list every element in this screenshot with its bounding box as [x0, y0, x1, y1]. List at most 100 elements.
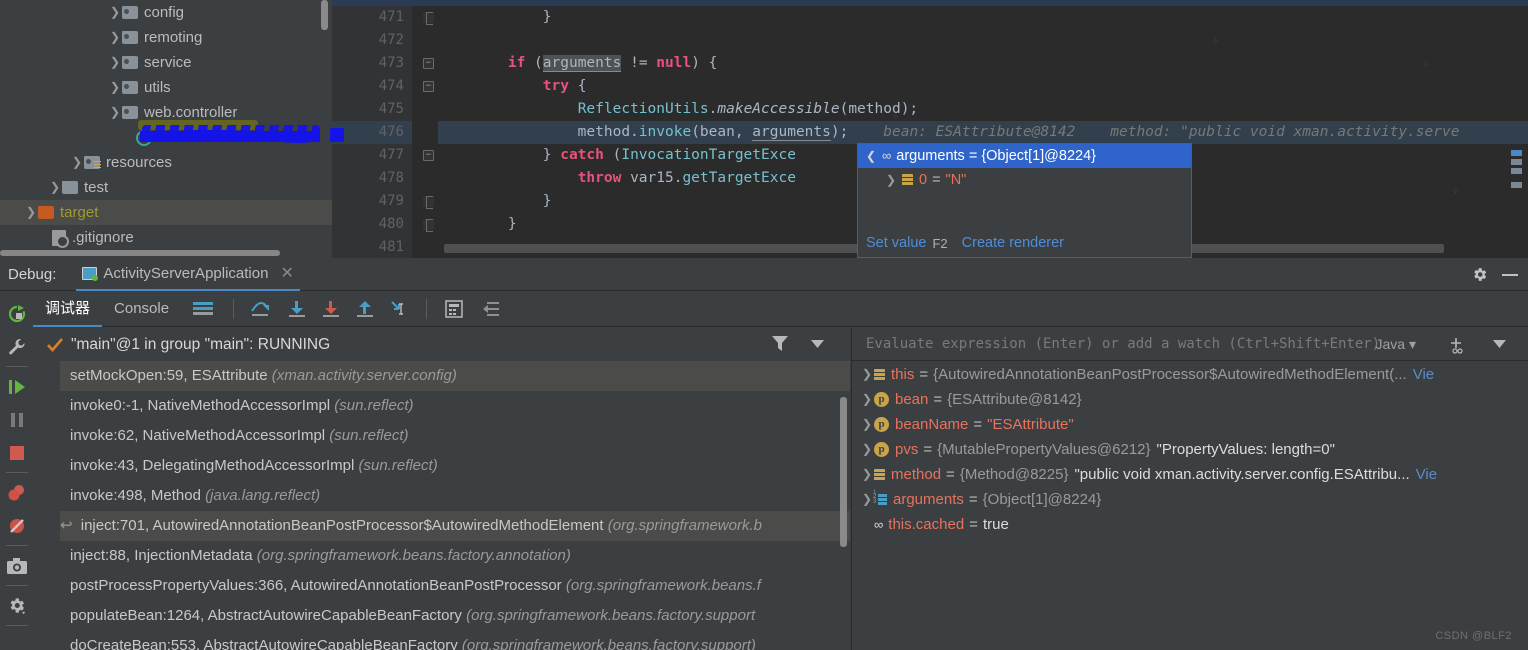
- stop-program-icon[interactable]: [0, 436, 33, 469]
- minimize-icon[interactable]: [1502, 274, 1518, 276]
- view-link[interactable]: Vie: [1416, 462, 1437, 487]
- frame-row[interactable]: invoke:62, NativeMethodAccessorImpl (sun…: [60, 421, 850, 451]
- editor-marker[interactable]: [1511, 150, 1522, 156]
- tree-item-test[interactable]: ❯ test: [0, 175, 332, 200]
- variable-row-pvs[interactable]: ❯ p pvs = {MutablePropertyValues@6212} "…: [852, 437, 1528, 462]
- editor-gutter[interactable]: 471 472 473 474 475 476 477 478 479 480 …: [330, 6, 434, 258]
- chevron-right-icon[interactable]: ❯: [108, 75, 122, 100]
- tab-console[interactable]: Console: [102, 291, 181, 327]
- tree-item-service[interactable]: ❯ service: [0, 50, 332, 75]
- editor-marker[interactable]: [1511, 182, 1522, 188]
- tree-item-target[interactable]: ❯ target: [0, 200, 332, 225]
- code-fold-icon[interactable]: [423, 81, 434, 92]
- step-into-icon[interactable]: [288, 300, 306, 318]
- view-link[interactable]: Vie: [1413, 362, 1434, 387]
- settings-wrench-icon[interactable]: [0, 330, 33, 363]
- create-renderer-link[interactable]: Create renderer: [962, 235, 1064, 251]
- rerun-icon[interactable]: [0, 297, 33, 330]
- frame-row[interactable]: invoke0:-1, NativeMethodAccessorImpl (su…: [60, 391, 850, 421]
- editor-marker[interactable]: [1511, 159, 1522, 165]
- evaluate-expression-bar[interactable]: Evaluate expression (Enter) or add a wat…: [852, 328, 1528, 361]
- step-out-icon[interactable]: [356, 300, 374, 318]
- tab-debugger[interactable]: 调试器: [33, 291, 103, 327]
- show-execution-point-icon[interactable]: [483, 301, 501, 317]
- frame-row[interactable]: doCreateBean:553, AbstractAutowireCapabl…: [60, 631, 850, 650]
- variable-row-this[interactable]: ❯ this = {AutowiredAnnotationBeanPostPro…: [852, 362, 1528, 387]
- set-value-link[interactable]: Set value: [866, 235, 926, 251]
- project-tree-panel[interactable]: ❯ config ❯ remoting ❯ service ❯ utils ❯: [0, 0, 332, 258]
- chevron-right-icon[interactable]: ❯: [860, 362, 874, 387]
- mute-breakpoints-icon[interactable]: [0, 509, 33, 542]
- code-fold-icon[interactable]: [423, 58, 434, 69]
- popup-child-row[interactable]: ❯ 0 = "N": [858, 168, 1191, 192]
- frame-row[interactable]: invoke:498, Method (java.lang.reflect): [60, 481, 850, 511]
- popup-selected-row[interactable]: ❮ ∞ arguments = {Object[1]@8224}: [858, 144, 1191, 168]
- thread-selector[interactable]: "main"@1 in group "main": RUNNING: [33, 328, 850, 361]
- tree-item-resources[interactable]: ❯ resources: [0, 150, 332, 175]
- force-step-into-icon[interactable]: [322, 300, 340, 318]
- close-icon[interactable]: ✕: [280, 263, 293, 283]
- debug-configuration-tab[interactable]: ActivityServerApplication ✕: [76, 258, 300, 291]
- frames-vertical-scrollbar[interactable]: [840, 397, 847, 547]
- editor-marker-strip[interactable]: [1511, 150, 1522, 191]
- run-to-cursor-icon[interactable]: [390, 300, 410, 318]
- evaluate-expression-icon[interactable]: [445, 299, 463, 318]
- chevron-right-icon[interactable]: ❯: [108, 25, 122, 50]
- chevron-right-icon[interactable]: ❯: [48, 175, 62, 200]
- variable-row-this-cached[interactable]: ∞ this.cached = true: [852, 512, 1528, 537]
- call-stack-list[interactable]: setMockOpen:59, ESAttribute (xman.activi…: [60, 361, 850, 650]
- screenshot-camera-icon[interactable]: [0, 549, 33, 582]
- frame-row-selected[interactable]: ↩ inject:701, AutowiredAnnotationBeanPos…: [60, 511, 850, 541]
- chevron-right-icon[interactable]: ❯: [24, 200, 38, 225]
- chevron-right-icon[interactable]: ❯: [886, 168, 902, 192]
- debug-value-popup[interactable]: ❮ ∞ arguments = {Object[1]@8224} ❯ 0 = "…: [857, 143, 1192, 258]
- pause-program-icon[interactable]: [0, 403, 33, 436]
- project-tree-vertical-scrollbar[interactable]: [321, 0, 328, 30]
- chevron-right-icon[interactable]: ❯: [108, 50, 122, 75]
- chevron-right-icon[interactable]: ❯: [108, 100, 122, 125]
- chevron-right-icon[interactable]: ❯: [70, 150, 84, 175]
- code-fold-icon[interactable]: [423, 219, 434, 232]
- chevron-down-icon[interactable]: ▾: [1409, 336, 1416, 352]
- filter-funnel-icon[interactable]: [772, 335, 788, 352]
- chevron-right-icon[interactable]: ❯: [860, 487, 874, 512]
- chevron-down-icon[interactable]: ❮: [866, 144, 882, 168]
- chevron-down-icon[interactable]: [811, 340, 824, 348]
- param-icon: p: [874, 417, 889, 432]
- tree-item-config[interactable]: ❯ config: [0, 0, 332, 25]
- chevron-right-icon[interactable]: ❯: [860, 437, 874, 462]
- code-fold-icon[interactable]: [423, 12, 434, 25]
- code-fold-icon[interactable]: [423, 196, 434, 209]
- frame-row[interactable]: invoke:43, DelegatingMethodAccessorImpl …: [60, 451, 850, 481]
- frame-row[interactable]: postProcessPropertyValues:366, Autowired…: [60, 571, 850, 601]
- variable-row-method[interactable]: ❯ method = {Method@8225} "public void xm…: [852, 462, 1528, 487]
- tree-item-remoting[interactable]: ❯ remoting: [0, 25, 332, 50]
- view-breakpoints-icon[interactable]: [0, 476, 33, 509]
- add-watch-icon[interactable]: [1448, 336, 1466, 354]
- step-over-icon[interactable]: [250, 300, 272, 318]
- evaluate-input-placeholder[interactable]: Evaluate expression (Enter) or add a wat…: [866, 336, 1380, 352]
- chevron-down-icon[interactable]: [1493, 340, 1506, 348]
- tree-item-gitignore[interactable]: .gitignore: [0, 225, 332, 250]
- editor-marker[interactable]: [1511, 168, 1522, 174]
- variable-row-beanName[interactable]: ❯ p beanName = "ESAttribute": [852, 412, 1528, 437]
- settings-gear-icon[interactable]: [1471, 266, 1488, 283]
- chevron-right-icon[interactable]: ❯: [860, 462, 874, 487]
- frame-row[interactable]: setMockOpen:59, ESAttribute (xman.activi…: [60, 361, 850, 391]
- layout-settings-icon[interactable]: [193, 301, 214, 316]
- frame-row[interactable]: populateBean:1264, AbstractAutowireCapab…: [60, 601, 850, 631]
- code-fold-icon[interactable]: [423, 150, 434, 161]
- settings-gear-icon[interactable]: [0, 589, 33, 622]
- variable-row-bean[interactable]: ❯ p bean = {ESAttribute@8142}: [852, 387, 1528, 412]
- frame-row[interactable]: inject:88, InjectionMetadata (org.spring…: [60, 541, 850, 571]
- language-selector[interactable]: Java ▾: [1376, 336, 1417, 353]
- project-tree-horizontal-scrollbar[interactable]: [0, 250, 280, 256]
- frame-method: invoke:498, Method: [70, 487, 201, 504]
- chevron-right-icon[interactable]: ❯: [860, 387, 874, 412]
- chevron-right-icon[interactable]: ❯: [860, 412, 874, 437]
- tree-item-utils[interactable]: ❯ utils: [0, 75, 332, 100]
- variable-row-arguments[interactable]: ❯ arguments = {Object[1]@8224}: [852, 487, 1528, 512]
- chevron-right-icon[interactable]: ❯: [108, 0, 122, 25]
- resume-program-icon[interactable]: [0, 370, 33, 403]
- variables-list[interactable]: ❯ this = {AutowiredAnnotationBeanPostPro…: [852, 362, 1528, 650]
